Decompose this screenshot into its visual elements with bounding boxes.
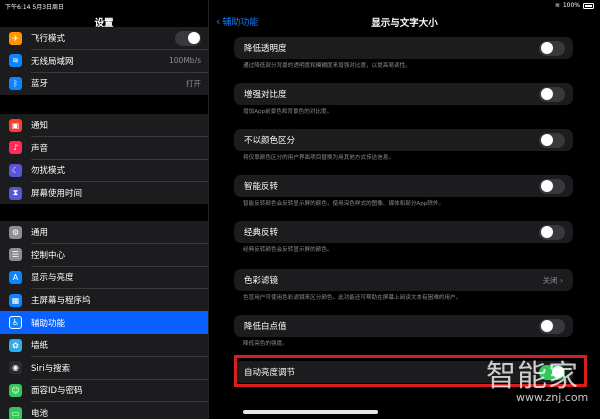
sidebar-item-face-id-passcode[interactable]: ☺ 面容ID与密码 <box>0 379 208 402</box>
sidebar-item-label: 墙纸 <box>31 341 49 352</box>
watermark-logo: 智能家 www.znj.com <box>486 351 588 404</box>
settings-sidebar: 设置 ✈ 飞行模式 ≋ 无线局域网 100Mb/s ᛒ 蓝牙 打开 ▣ 通知 ♪… <box>0 0 209 419</box>
sidebar-item-accessibility[interactable]: ♿ 辅助功能 <box>0 311 208 334</box>
battery-icon: ▭ <box>9 406 22 419</box>
sidebar-group-general: ⚙ 通用 ☰ 控制中心 A 显示与亮度 ▦ 主屏幕与程序坞 ♿ 辅助功能 ✿ 墙… <box>0 221 208 419</box>
sidebar-item-label: 显示与亮度 <box>31 273 74 284</box>
sidebar-item-label: 电池 <box>31 409 49 419</box>
reduce-white-point-toggle[interactable] <box>539 318 565 334</box>
sidebar-item-label: 勿扰模式 <box>31 166 66 177</box>
setting-label: 色彩滤镜 <box>244 276 279 286</box>
status-time: 下午6:14 5月3日周日 <box>5 4 65 11</box>
setting-label: 不以颜色区分 <box>244 136 296 146</box>
sidebar-item-label: 声音 <box>31 143 49 154</box>
bluetooth-value: 打开 <box>186 78 201 88</box>
hourglass-icon: ⧗ <box>9 186 22 200</box>
color-filters-value: 关闭 › <box>542 275 563 285</box>
setting-reduce-white-point[interactable]: 降低白点值 <box>234 315 573 337</box>
setting-note: 色盲用户可使用色彩滤镜来区分颜色。此功能还可帮助在屏幕上阅读文本有困难的用户。 <box>243 295 462 301</box>
setting-color-filters[interactable]: 色彩滤镜 关闭 › <box>234 269 573 291</box>
sidebar-item-label: 主屏幕与程序坞 <box>31 296 91 307</box>
sidebar-item-label: Siri与搜索 <box>31 363 71 374</box>
home-indicator <box>243 410 378 414</box>
setting-note: 降低亮色的强度。 <box>243 341 288 347</box>
wifi-value: 100Mb/s <box>169 56 201 66</box>
setting-note: 将仅靠颜色区分的用户界面项目替换为用其他方式传达信息。 <box>243 155 395 161</box>
sidebar-item-display-brightness[interactable]: A 显示与亮度 <box>0 266 208 289</box>
sidebar-item-siri-search[interactable]: ◉ Siri与搜索 <box>0 357 208 380</box>
sidebar-item-general[interactable]: ⚙ 通用 <box>0 221 208 244</box>
setting-note: 通过降低部分背景的透明度和模糊度来增强对比度，以提高易读性。 <box>243 63 411 69</box>
accessibility-icon: ♿ <box>9 316 22 330</box>
setting-reduce-transparency[interactable]: 降低透明度 <box>234 37 573 59</box>
smart-invert-toggle[interactable] <box>539 178 565 194</box>
sidebar-item-label: 无线局域网 <box>31 56 74 67</box>
sidebar-item-label: 通用 <box>31 228 49 239</box>
wallpaper-icon: ✿ <box>9 338 22 352</box>
watermark-text: 智能家 <box>486 359 579 394</box>
sidebar-group-connectivity: ✈ 飞行模式 ≋ 无线局域网 100Mb/s ᛒ 蓝牙 打开 <box>0 27 208 95</box>
gear-icon: ⚙ <box>9 225 22 239</box>
airplane-mode-toggle[interactable] <box>175 30 201 46</box>
classic-invert-toggle[interactable] <box>539 224 565 240</box>
bluetooth-icon: ᛒ <box>9 76 22 90</box>
sidebar-item-label: 控制中心 <box>31 250 66 261</box>
airplane-icon: ✈ <box>9 31 22 45</box>
setting-smart-invert[interactable]: 智能反转 <box>234 175 573 197</box>
sidebar-item-screen-time[interactable]: ⧗ 屏幕使用时间 <box>0 182 208 205</box>
setting-label: 降低透明度 <box>244 44 287 54</box>
setting-label: 增强对比度 <box>244 90 287 100</box>
face-id-icon: ☺ <box>9 383 22 397</box>
display-brightness-icon: A <box>9 270 22 284</box>
setting-note: 经典反转颜色会反转显示屏的颜色。 <box>243 247 333 253</box>
setting-note: 智能反转颜色会反转显示屏的颜色，使用深色样式的图像、媒体和部分App除外。 <box>243 201 445 207</box>
sidebar-item-wifi[interactable]: ≋ 无线局域网 100Mb/s <box>0 50 208 73</box>
siri-icon: ◉ <box>9 361 22 375</box>
setting-differentiate-without-color[interactable]: 不以颜色区分 <box>234 129 573 151</box>
sidebar-item-label: 面容ID与密码 <box>31 386 83 397</box>
increase-contrast-toggle[interactable] <box>539 86 565 102</box>
setting-label: 智能反转 <box>244 182 279 192</box>
sidebar-item-home-screen-dock[interactable]: ▦ 主屏幕与程序坞 <box>0 289 208 312</box>
battery-percent: 100% <box>562 2 580 9</box>
sidebar-item-notifications[interactable]: ▣ 通知 <box>0 114 208 137</box>
setting-increase-contrast[interactable]: 增强对比度 <box>234 83 573 105</box>
page-title: 显示与文字大小 <box>371 18 438 29</box>
setting-label: 经典反转 <box>244 228 279 238</box>
sidebar-item-label: 屏幕使用时间 <box>31 189 83 200</box>
setting-label: 降低白点值 <box>244 322 287 332</box>
sidebar-item-label: 飞行模式 <box>31 34 66 45</box>
sound-icon: ♪ <box>9 141 22 155</box>
setting-note: 增加App前景色和背景色的对比度。 <box>243 109 333 115</box>
sidebar-item-sounds[interactable]: ♪ 声音 <box>0 137 208 160</box>
notifications-icon: ▣ <box>9 118 22 132</box>
moon-icon: ☾ <box>9 163 22 177</box>
status-right: ≋ 100% <box>555 2 594 9</box>
chevron-right-icon: › <box>560 275 563 285</box>
home-screen-icon: ▦ <box>9 293 22 307</box>
setting-classic-invert[interactable]: 经典反转 <box>234 221 573 243</box>
differentiate-without-color-toggle[interactable] <box>539 132 565 148</box>
sidebar-item-label: 蓝牙 <box>31 79 49 90</box>
sidebar-item-do-not-disturb[interactable]: ☾ 勿扰模式 <box>0 159 208 182</box>
status-bar: 下午6:14 5月3日周日 ≋ 100% <box>0 0 600 12</box>
sidebar-item-bluetooth[interactable]: ᛒ 蓝牙 打开 <box>0 72 208 95</box>
control-center-icon: ☰ <box>9 248 22 262</box>
battery-status-icon <box>583 2 594 9</box>
sidebar-item-airplane-mode[interactable]: ✈ 飞行模式 <box>0 27 208 50</box>
sidebar-item-wallpaper[interactable]: ✿ 墙纸 <box>0 334 208 357</box>
sidebar-item-label: 通知 <box>31 121 49 132</box>
watermark-url: www.znj.com <box>516 391 589 404</box>
sidebar-item-battery[interactable]: ▭ 电池 <box>0 402 208 419</box>
sidebar-group-notifications: ▣ 通知 ♪ 声音 ☾ 勿扰模式 ⧗ 屏幕使用时间 <box>0 114 208 205</box>
wifi-icon: ≋ <box>9 54 22 68</box>
sidebar-item-label: 辅助功能 <box>31 318 66 329</box>
reduce-transparency-toggle[interactable] <box>539 40 565 56</box>
sidebar-item-control-center[interactable]: ☰ 控制中心 <box>0 244 208 267</box>
wifi-status-icon: ≋ <box>554 2 560 9</box>
